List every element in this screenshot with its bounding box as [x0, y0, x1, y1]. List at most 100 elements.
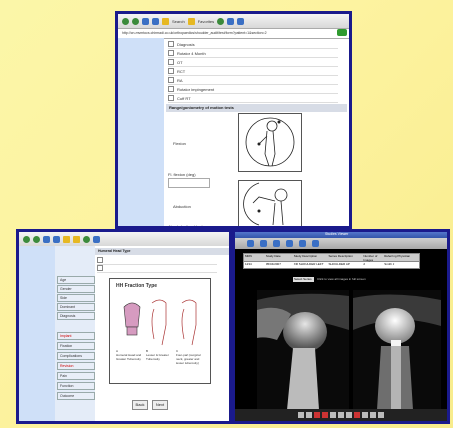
stop-icon[interactable] [314, 412, 320, 418]
xray-right-svg [353, 294, 441, 410]
cell: SHOULDER AP [328, 262, 350, 266]
mail-icon[interactable] [227, 17, 235, 25]
back-icon[interactable] [122, 17, 129, 25]
sidebar-item[interactable]: Side [57, 294, 95, 302]
table-row[interactable]: 1234 05/04/2007 XR SHOULDER LEFT SHOULDE… [244, 262, 419, 268]
layout-4-icon[interactable] [346, 412, 352, 418]
form-row[interactable]: Diagnosis [168, 40, 338, 49]
viewer-bottom-toolbar [235, 409, 447, 421]
favorites-icon[interactable] [187, 17, 195, 25]
cell: 2 [363, 262, 365, 266]
sidebar-item[interactable]: Implant [57, 332, 95, 340]
pan-icon[interactable] [260, 240, 267, 247]
sidebar-item[interactable]: Complications [57, 352, 95, 360]
measure-icon[interactable] [286, 240, 293, 247]
sidebar-item[interactable]: Age [57, 276, 95, 284]
input-row[interactable] [168, 178, 210, 188]
checkbox[interactable] [97, 265, 103, 271]
series-hint: Click to view all images in full screen [317, 277, 366, 281]
zoom-icon[interactable] [247, 240, 254, 247]
next-button[interactable]: Next [152, 400, 168, 410]
stop-icon[interactable] [142, 17, 149, 25]
xray-image-right[interactable] [353, 290, 441, 410]
viewer-title: Studies Viewer [325, 232, 349, 236]
col-header: Study Date [265, 254, 281, 258]
section-heading: Humeral Head Type [95, 248, 229, 255]
browser-toolbar [19, 232, 229, 246]
image-viewer-window: Studies Viewer MRN Study Date Study Desc… [232, 229, 450, 424]
form-row[interactable]: Cuff RT [168, 94, 338, 103]
prev-image-icon[interactable] [306, 412, 312, 418]
checkbox[interactable] [168, 50, 174, 56]
abduction-label: Abduction [173, 204, 191, 209]
home-icon[interactable] [162, 17, 169, 25]
xray-image-left[interactable] [257, 290, 349, 410]
checkbox[interactable] [168, 68, 174, 74]
sidebar-item[interactable]: Fixation [57, 342, 95, 350]
caption-a: A Humeral Head and Greater Tuberosity [116, 349, 142, 361]
rotate-icon[interactable] [299, 240, 306, 247]
browser-window-form: Search Favorites http://cn-mvmtocs.chirm… [115, 11, 352, 229]
table-header-row: MRN Study Date Study Description Series … [244, 254, 419, 262]
sidebar-item[interactable]: Revision [57, 362, 95, 370]
search-label[interactable]: Search [172, 19, 185, 24]
play-icon[interactable] [362, 412, 368, 418]
layout-1-icon[interactable] [330, 412, 336, 418]
flexion-label: Flexion [173, 141, 186, 146]
study-table: MRN Study Date Study Description Series … [243, 253, 420, 269]
col-header: MRN [245, 254, 252, 258]
form-row[interactable]: RA [168, 76, 338, 85]
last-image-icon[interactable] [378, 412, 384, 418]
sidebar-item[interactable]: Pain [57, 372, 95, 380]
back-icon[interactable] [23, 235, 30, 243]
sidebar-item[interactable]: Function [57, 382, 95, 390]
flexion-diagram [238, 113, 302, 172]
cell: XR SHOULDER LEFT [293, 262, 324, 266]
next-image-icon[interactable] [370, 412, 376, 418]
forward-icon[interactable] [132, 17, 139, 25]
caption-c: C Four-part (surgical neck, greater and … [176, 349, 201, 365]
sidebar-item[interactable]: Diagnosis [57, 312, 95, 320]
checkbox[interactable] [168, 59, 174, 65]
invert-icon[interactable] [354, 412, 360, 418]
history-icon[interactable] [217, 17, 225, 25]
sidebar-item[interactable]: Outcome [57, 392, 95, 400]
layout-2-icon[interactable] [338, 412, 344, 418]
sidebar-item[interactable]: Gender [57, 285, 95, 293]
cell: Smith J [384, 262, 395, 266]
go-button[interactable] [337, 29, 347, 36]
abduction-figure-svg [243, 182, 288, 226]
refresh-icon[interactable] [53, 235, 60, 243]
cell: 05/04/2007 [265, 262, 281, 266]
checkbox[interactable] [168, 86, 174, 92]
checkbox[interactable] [168, 95, 174, 101]
xray-left-svg [257, 293, 349, 410]
form-row[interactable]: RCT [168, 67, 338, 76]
first-image-icon[interactable] [298, 412, 304, 418]
back-button[interactable]: Back [132, 400, 148, 410]
series-dropdown[interactable]: Select Series [293, 277, 314, 282]
checkbox[interactable] [168, 41, 174, 47]
print-icon[interactable] [93, 235, 100, 243]
form-row[interactable]: Rotator impingement [168, 85, 338, 94]
record-icon[interactable] [322, 412, 328, 418]
forward-icon[interactable] [33, 235, 40, 243]
browser-window-humeral: Age Gender Side Dominant Diagnosis Impla… [16, 229, 232, 424]
sidebar-item[interactable]: Dominant [57, 303, 95, 311]
checkbox[interactable] [97, 257, 103, 263]
checkbox[interactable] [168, 77, 174, 83]
reset-icon[interactable] [312, 240, 319, 247]
history-icon[interactable] [83, 235, 90, 243]
stop-icon[interactable] [43, 235, 50, 243]
window-level-icon[interactable] [273, 240, 280, 247]
col-header: Referring Physician [384, 254, 411, 258]
favorites-label[interactable]: Favorites [198, 19, 214, 24]
favorites-icon[interactable] [73, 235, 80, 243]
home-icon[interactable] [63, 235, 70, 243]
print-icon[interactable] [237, 17, 245, 25]
cell: 1234 [245, 262, 252, 266]
refresh-icon[interactable] [152, 17, 159, 25]
form-row[interactable]: Rotator 4 Month [168, 49, 338, 58]
form-row[interactable]: OT [168, 58, 338, 67]
form-row[interactable] [97, 264, 217, 273]
